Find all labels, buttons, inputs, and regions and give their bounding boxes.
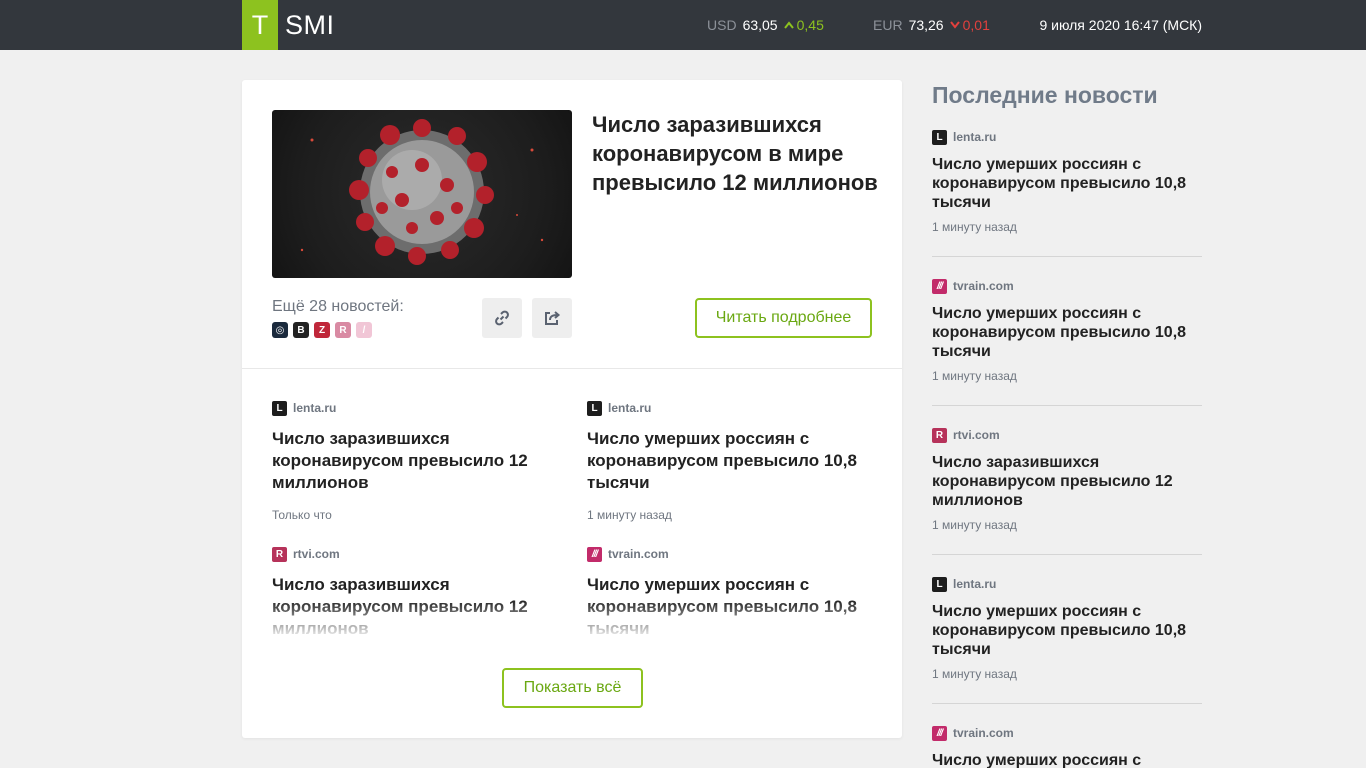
sidebar-news-item[interactable]: /// tvrain.com Число умерших россиян с к… xyxy=(932,278,1202,383)
latest-news-heading: Последние новости xyxy=(932,82,1158,108)
news-source[interactable]: R rtvi.com xyxy=(272,546,542,562)
source-icon[interactable]: B xyxy=(293,322,309,338)
source-name: lenta.ru xyxy=(953,130,997,144)
news-title[interactable]: Число умерших россиян с коронавирусом пр… xyxy=(932,304,1202,361)
news-time: 1 минуту назад xyxy=(587,508,672,522)
news-source[interactable]: L lenta.ru xyxy=(932,576,1202,592)
usd-value: 63,05 xyxy=(742,17,778,33)
eur-code: EUR xyxy=(873,17,903,33)
share-button[interactable] xyxy=(532,298,572,338)
news-title[interactable]: Число умерших россиян с xyxy=(932,751,1202,768)
eur-value: 73,26 xyxy=(908,17,944,33)
site-logo[interactable]: T SMI xyxy=(242,0,335,50)
news-title[interactable]: Число умерших россиян с коронавирусом пр… xyxy=(587,428,857,494)
news-time: Только что xyxy=(272,508,332,522)
source-name: lenta.ru xyxy=(293,401,337,415)
source-name: rtvi.com xyxy=(293,547,340,561)
news-item[interactable]: L lenta.ru Число заразившихся коронавиру… xyxy=(272,400,542,522)
rtvi-logo-icon: R xyxy=(932,427,947,443)
usd-change-value: 0,45 xyxy=(796,17,824,33)
rtvi-logo-icon: R xyxy=(272,546,287,562)
source-name: rtvi.com xyxy=(953,428,1000,442)
usd-rate: USD 63,05 0,45 xyxy=(707,17,824,33)
source-icon[interactable]: ◎ xyxy=(272,322,288,338)
tvrain-logo-icon: /// xyxy=(932,278,947,294)
source-icon[interactable]: R xyxy=(335,322,351,338)
top-bar: T SMI USD 63,05 0,45 EUR 73,26 0,01 9 ию… xyxy=(0,0,1366,50)
card-divider xyxy=(242,368,902,369)
source-name: tvrain.com xyxy=(608,547,669,561)
source-icon[interactable]: Z xyxy=(314,322,330,338)
news-time: 1 минуту назад xyxy=(932,518,1017,532)
news-time: 1 минуту назад xyxy=(932,220,1017,234)
news-time: 1 минуту назад xyxy=(932,369,1017,383)
current-datetime: 9 июля 2020 16:47 (МСК) xyxy=(1039,17,1202,33)
eur-change: 0,01 xyxy=(949,17,990,33)
eur-change-value: 0,01 xyxy=(962,17,990,33)
sidebar-news-item[interactable]: /// tvrain.com Число умерших россиян с xyxy=(932,725,1202,768)
news-source[interactable]: /// tvrain.com xyxy=(587,546,857,562)
sidebar-divider xyxy=(932,554,1202,555)
eur-rate: EUR 73,26 0,01 xyxy=(873,17,990,33)
list-fade-overlay xyxy=(242,600,902,640)
tvrain-logo-icon: /// xyxy=(932,725,947,741)
logo-letter: T xyxy=(242,0,278,50)
arrow-up-icon xyxy=(783,21,794,29)
sidebar-news-item[interactable]: L lenta.ru Число умерших россиян с корон… xyxy=(932,129,1202,234)
tvrain-logo-icon: /// xyxy=(587,546,602,562)
news-source[interactable]: L lenta.ru xyxy=(587,400,857,416)
usd-change: 0,45 xyxy=(783,17,824,33)
copy-link-button[interactable] xyxy=(482,298,522,338)
news-source[interactable]: /// tvrain.com xyxy=(932,725,1202,741)
news-title[interactable]: Число заразившихся коронавирусом превыси… xyxy=(272,428,542,494)
source-name: tvrain.com xyxy=(953,726,1014,740)
usd-code: USD xyxy=(707,17,737,33)
share-icon xyxy=(545,311,561,325)
source-name: lenta.ru xyxy=(608,401,652,415)
news-item[interactable]: L lenta.ru Число умерших россиян с корон… xyxy=(587,400,857,522)
news-source[interactable]: L lenta.ru xyxy=(272,400,542,416)
link-icon xyxy=(495,310,509,326)
source-icon[interactable]: / xyxy=(356,322,372,338)
virus-illustration xyxy=(300,119,544,265)
lenta-logo-icon: L xyxy=(932,576,947,592)
news-source[interactable]: R rtvi.com xyxy=(932,427,1202,443)
sidebar-divider xyxy=(932,703,1202,704)
news-title[interactable]: Число умерших россиян с коронавирусом пр… xyxy=(932,602,1202,659)
source-name: lenta.ru xyxy=(953,577,997,591)
more-news-label: Ещё 28 новостей: xyxy=(272,298,404,315)
show-all-button[interactable]: Показать всё xyxy=(502,668,643,708)
hero-title[interactable]: Число заразившихся коронавирусом в мире … xyxy=(592,110,882,197)
news-time: 1 минуту назад xyxy=(932,667,1017,681)
lenta-logo-icon: L xyxy=(587,400,602,416)
more-sources-icons: ◎ B Z R / xyxy=(272,322,372,338)
sidebar-divider xyxy=(932,405,1202,406)
arrow-down-icon xyxy=(949,21,960,29)
main-news-card: Число заразившихся коронавирусом в мире … xyxy=(242,80,902,738)
lenta-logo-icon: L xyxy=(932,129,947,145)
lenta-logo-icon: L xyxy=(272,400,287,416)
sidebar-divider xyxy=(932,256,1202,257)
news-source[interactable]: /// tvrain.com xyxy=(932,278,1202,294)
sidebar-news-item[interactable]: R rtvi.com Число заразившихся коронавиру… xyxy=(932,427,1202,532)
news-source[interactable]: L lenta.ru xyxy=(932,129,1202,145)
read-more-button[interactable]: Читать подробнее xyxy=(695,298,872,338)
news-title[interactable]: Число заразившихся коронавирусом превыси… xyxy=(932,453,1202,510)
source-name: tvrain.com xyxy=(953,279,1014,293)
hero-image[interactable] xyxy=(272,110,572,278)
sidebar-news-item[interactable]: L lenta.ru Число умерших россиян с корон… xyxy=(932,576,1202,681)
logo-text: SMI xyxy=(285,9,335,40)
news-title[interactable]: Число умерших россиян с коронавирусом пр… xyxy=(932,155,1202,212)
